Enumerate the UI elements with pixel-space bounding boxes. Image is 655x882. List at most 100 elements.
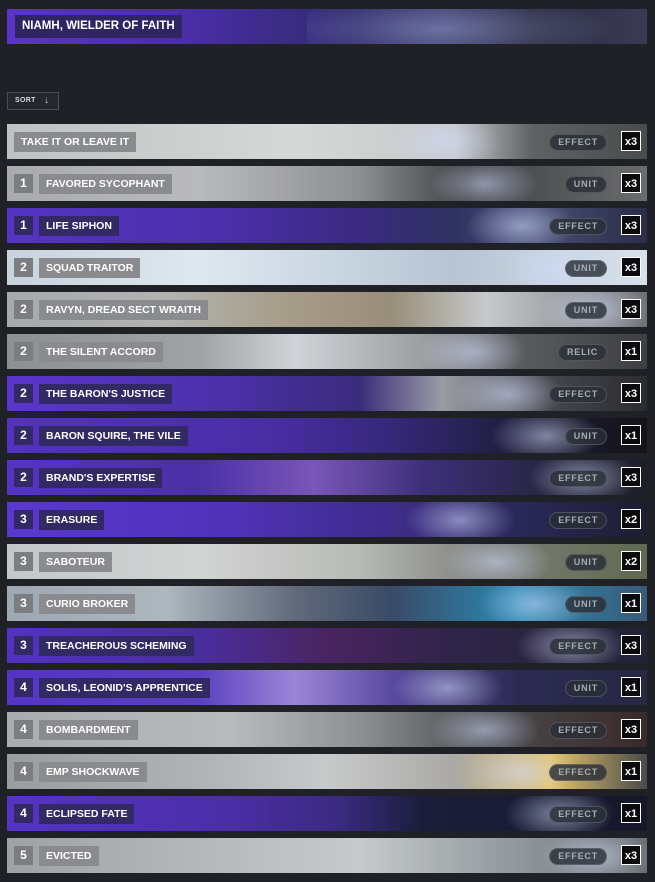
card-type-badge: UNIT (564, 554, 607, 571)
card-quantity: x2 (621, 509, 641, 529)
card-cost: 1 (14, 216, 33, 235)
card-cost: 3 (14, 636, 33, 655)
card-quantity: x1 (621, 341, 641, 361)
card-type-badge: UNIT (564, 428, 607, 445)
card-name: FAVORED SYCOPHANT (39, 174, 172, 194)
card-type-badge: EFFECT (549, 470, 607, 487)
card-quantity: x3 (621, 383, 641, 403)
card-row[interactable]: TAKE IT OR LEAVE IT EFFECT x3 (7, 124, 647, 159)
card-row[interactable]: 1 FAVORED SYCOPHANT UNIT x3 (7, 166, 647, 201)
deck-title: NIAMH, WIELDER OF FAITH (15, 15, 182, 38)
card-name: ERASURE (39, 510, 105, 530)
card-name: RAVYN, DREAD SECT WRAITH (39, 300, 208, 320)
card-row[interactable]: 2 THE SILENT ACCORD RELIC x1 (7, 334, 647, 369)
card-name: LIFE SIPHON (39, 216, 119, 236)
card-type-badge: EFFECT (549, 638, 607, 655)
card-row[interactable]: 2 RAVYN, DREAD SECT WRAITH UNIT x3 (7, 292, 647, 327)
card-quantity: x3 (621, 173, 641, 193)
card-row[interactable]: 3 TREACHEROUS SCHEMING EFFECT x3 (7, 628, 647, 663)
card-type-badge: EFFECT (549, 764, 607, 781)
card-name: TREACHEROUS SCHEMING (39, 636, 194, 656)
card-quantity: x1 (621, 803, 641, 823)
card-cost: 4 (14, 720, 33, 739)
card-art (388, 670, 508, 705)
card-quantity: x3 (621, 257, 641, 277)
card-type-badge: UNIT (564, 260, 607, 277)
card-quantity: x3 (621, 299, 641, 319)
deck-header-banner: NIAMH, WIELDER OF FAITH (7, 9, 647, 44)
card-name: BRAND'S EXPERTISE (39, 468, 163, 488)
card-art (387, 124, 507, 159)
sort-down-arrow-icon: ↓ (44, 95, 50, 106)
card-quantity: x1 (621, 593, 641, 613)
card-art (412, 334, 532, 369)
card-name: SQUAD TRAITOR (39, 258, 141, 278)
card-cost: 3 (14, 594, 33, 613)
card-name: BARON SQUIRE, THE VILE (39, 426, 188, 446)
card-cost: 4 (14, 804, 33, 823)
card-type-badge: EFFECT (549, 134, 607, 151)
card-row[interactable]: 1 LIFE SIPHON EFFECT x3 (7, 208, 647, 243)
card-name: THE BARON'S JUSTICE (39, 384, 173, 404)
card-type-badge: EFFECT (549, 806, 607, 823)
card-art (424, 166, 544, 201)
card-quantity: x3 (621, 635, 641, 655)
card-quantity: x1 (621, 677, 641, 697)
card-row[interactable]: 5 EVICTED EFFECT x3 (7, 838, 647, 873)
card-row[interactable]: 3 CURIO BROKER UNIT x1 (7, 586, 647, 621)
card-type-badge: EFFECT (549, 386, 607, 403)
card-row[interactable]: 2 BARON SQUIRE, THE VILE UNIT x1 (7, 418, 647, 453)
card-type-badge: EFFECT (549, 848, 607, 865)
card-row[interactable]: 3 ERASURE EFFECT x2 (7, 502, 647, 537)
card-name: BOMBARDMENT (39, 720, 138, 740)
card-cost: 3 (14, 510, 33, 529)
card-name: EMP SHOCKWAVE (39, 762, 147, 782)
card-name: CURIO BROKER (39, 594, 136, 614)
card-name: EVICTED (39, 846, 99, 866)
card-name: TAKE IT OR LEAVE IT (14, 132, 137, 152)
card-row[interactable]: 4 EMP SHOCKWAVE EFFECT x1 (7, 754, 647, 789)
card-cost: 2 (14, 300, 33, 319)
card-row[interactable]: 4 ECLIPSED FATE EFFECT x1 (7, 796, 647, 831)
card-row[interactable]: 4 BOMBARDMENT EFFECT x3 (7, 712, 647, 747)
card-name: ECLIPSED FATE (39, 804, 135, 824)
card-row[interactable]: 4 SOLIS, LEONID'S APPRENTICE UNIT x1 (7, 670, 647, 705)
card-quantity: x3 (621, 131, 641, 151)
card-quantity: x3 (621, 215, 641, 235)
card-art (437, 544, 557, 579)
card-art (400, 502, 520, 537)
card-name: THE SILENT ACCORD (39, 342, 163, 362)
card-cost: 2 (14, 426, 33, 445)
card-type-badge: RELIC (558, 344, 607, 361)
card-type-badge: EFFECT (549, 722, 607, 739)
card-cost: 2 (14, 342, 33, 361)
card-type-badge: EFFECT (549, 512, 607, 529)
card-row[interactable]: 3 SABOTEUR UNIT x2 (7, 544, 647, 579)
card-type-badge: EFFECT (549, 218, 607, 235)
card-row[interactable]: 2 SQUAD TRAITOR UNIT x3 (7, 250, 647, 285)
card-type-badge: UNIT (564, 302, 607, 319)
sort-button[interactable]: SORT ↓ (7, 92, 59, 110)
card-row[interactable]: 2 BRAND'S EXPERTISE EFFECT x3 (7, 460, 647, 495)
card-quantity: x1 (621, 761, 641, 781)
card-name: SOLIS, LEONID'S APPRENTICE (39, 678, 210, 698)
card-cost: 1 (14, 174, 33, 193)
card-quantity: x3 (621, 467, 641, 487)
card-row[interactable]: 2 THE BARON'S JUSTICE EFFECT x3 (7, 376, 647, 411)
card-type-badge: UNIT (564, 680, 607, 697)
card-type-badge: UNIT (564, 176, 607, 193)
card-cost: 2 (14, 384, 33, 403)
card-quantity: x2 (621, 551, 641, 571)
card-cost: 5 (14, 846, 33, 865)
card-cost: 2 (14, 258, 33, 277)
card-name: SABOTEUR (39, 552, 112, 572)
card-cost: 2 (14, 468, 33, 487)
card-quantity: x3 (621, 845, 641, 865)
card-cost: 4 (14, 678, 33, 697)
sort-label: SORT (15, 97, 36, 104)
card-quantity: x1 (621, 425, 641, 445)
card-cost: 3 (14, 552, 33, 571)
card-art (425, 712, 545, 747)
card-type-badge: UNIT (564, 596, 607, 613)
card-cost: 4 (14, 762, 33, 781)
